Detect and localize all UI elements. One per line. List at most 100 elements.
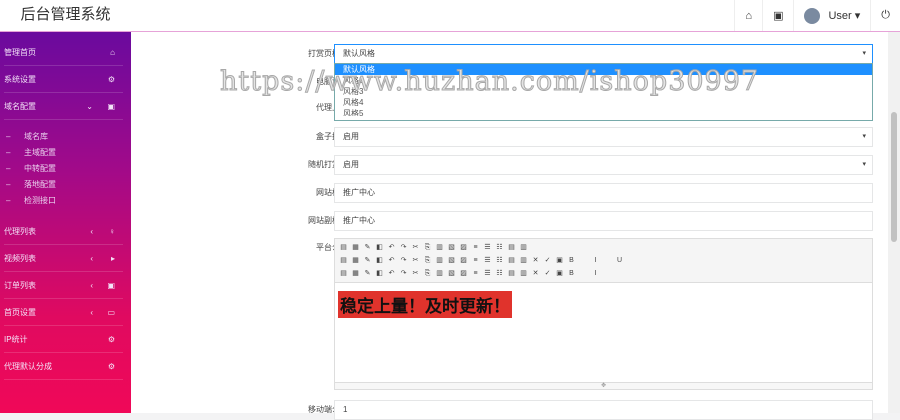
toolbar-button-icon[interactable]: ≡ (471, 243, 480, 252)
toolbar-button-icon[interactable] (579, 269, 588, 278)
toolbar-button-icon[interactable]: ✓ (543, 269, 552, 278)
sidebar-item[interactable]: 管理首页 ⌂ (4, 39, 123, 66)
toolbar-button-icon[interactable]: U (615, 256, 624, 265)
toolbar-button-icon[interactable]: ⎘ (423, 269, 432, 278)
toolbar-button-icon[interactable]: ▣ (555, 269, 564, 278)
menu-icon: ▣ (107, 280, 115, 290)
template-dropdown[interactable]: 默认风格 风格2 风格3 风格4 风格5 (334, 63, 873, 121)
toolbar-button-icon[interactable]: ▨ (459, 243, 468, 252)
toolbar-button-icon[interactable]: ↶ (387, 256, 396, 265)
option[interactable]: 风格2 (335, 75, 872, 86)
toolbar-button-icon[interactable]: ▤ (339, 269, 348, 278)
sidebar-item[interactable]: 首页设置 ‹ ▭ (4, 299, 123, 326)
sidebar-subitem[interactable]: – 检测接口 (0, 192, 131, 208)
toolbar-button-icon[interactable]: ▥ (435, 256, 444, 265)
fullscreen-icon[interactable]: ▣ (762, 0, 793, 31)
toolbar-button-icon[interactable]: ↷ (399, 243, 408, 252)
toolbar-button-icon[interactable]: ↶ (387, 269, 396, 278)
toolbar-button-icon[interactable]: ☰ (483, 256, 492, 265)
toolbar-button-icon[interactable] (603, 256, 612, 265)
toolbar-button-icon[interactable]: ▥ (519, 243, 528, 252)
main-content: 打赏页模板 默认风格 ▾ 默认风格 风格2 风格3 风格4 风格5 电脑访问 代理上… (131, 32, 888, 420)
toolbar-button-icon[interactable]: ▧ (447, 243, 456, 252)
toolbar-button-icon[interactable]: ▦ (351, 243, 360, 252)
toolbar-button-icon[interactable]: ↷ (399, 269, 408, 278)
sidebar-item[interactable]: 代理列表 ‹ ♀ (4, 218, 123, 245)
sidebar-subitem[interactable]: – 主域配置 (0, 144, 131, 160)
toolbar-button-icon[interactable]: ✂ (411, 269, 420, 278)
toolbar-button-icon[interactable] (579, 256, 588, 265)
toolbar-button-icon[interactable]: ☰ (483, 243, 492, 252)
toolbar-button-icon[interactable]: ✎ (363, 256, 372, 265)
toolbar-button-icon[interactable]: ≡ (471, 269, 480, 278)
toolbar-button-icon[interactable]: ▤ (339, 243, 348, 252)
toolbar-button-icon[interactable]: ◧ (375, 256, 384, 265)
toolbar-button-icon[interactable]: ▥ (435, 243, 444, 252)
sidebar-subitem[interactable]: – 中转配置 (0, 160, 131, 176)
toolbar-button-icon[interactable]: ▣ (555, 256, 564, 265)
subtitle-input[interactable]: 推广中心 (334, 211, 873, 231)
toolbar-button-icon[interactable]: ▥ (519, 256, 528, 265)
subtitle-label: 网站副标题 (308, 216, 348, 225)
scrollbar[interactable] (888, 32, 900, 413)
toolbar-button-icon[interactable]: ☰ (483, 269, 492, 278)
toolbar-button-icon[interactable]: ⎘ (423, 256, 432, 265)
toolbar-button-icon[interactable]: ⎘ (423, 243, 432, 252)
toolbar-button-icon[interactable]: ✎ (363, 269, 372, 278)
notice-editor[interactable]: ▤ ▦ ✎ ◧ ↶ ↷ ✂ ⎘ ▥ ▧ ▨ ≡ ☰ ☷ ▤ ▥ ▤ ▦ ✎ ◧ ↶ ↷ ✂ ⎘ ▥ ▧ ▨ ≡ ☰ ☷ ▤ ▥ ✕ ✓ ▣ B I U… (334, 238, 873, 390)
home-icon[interactable]: ⌂ (734, 0, 762, 31)
toolbar-button-icon[interactable]: ✂ (411, 243, 420, 252)
toolbar-button-icon[interactable]: ↶ (387, 243, 396, 252)
toolbar-button-icon[interactable]: ☷ (495, 243, 504, 252)
toolbar-button-icon[interactable]: ▤ (507, 243, 516, 252)
user-menu[interactable]: User ▾ (793, 0, 870, 31)
power-icon[interactable]: ⏻ (870, 0, 900, 31)
top-bar: 后台管理系统 ⌂ ▣ User ▾ ⏻ (0, 0, 900, 32)
toolbar-button-icon[interactable]: ✓ (543, 256, 552, 265)
sidebar-item[interactable]: IP统计 ⚙ (4, 326, 123, 353)
toolbar-button-icon[interactable]: ◧ (375, 269, 384, 278)
mobile-input[interactable]: 1 (334, 400, 873, 420)
toolbar-button-icon[interactable]: ▥ (435, 269, 444, 278)
toolbar-button-icon[interactable]: ▧ (447, 269, 456, 278)
sidebar-item[interactable]: 系统设置 ⚙ (4, 66, 123, 93)
toolbar-button-icon[interactable]: ▤ (507, 256, 516, 265)
toolbar-button-icon[interactable]: B (567, 269, 576, 278)
option[interactable]: 风格4 (335, 97, 872, 108)
toolbar-button-icon[interactable]: ≡ (471, 256, 480, 265)
toolbar-button-icon[interactable]: I (591, 269, 600, 278)
sidebar-item[interactable]: 域名配置 ⌄ ▣ (4, 93, 123, 120)
toolbar-button-icon[interactable]: B (567, 256, 576, 265)
toolbar-button-icon[interactable]: ✂ (411, 256, 420, 265)
sidebar-subitem[interactable]: – 落地配置 (0, 176, 131, 192)
toolbar-button-icon[interactable]: ☷ (495, 269, 504, 278)
option[interactable]: 默认风格 (335, 64, 872, 75)
template-select[interactable]: 默认风格 ▾ (334, 44, 873, 64)
toolbar-button-icon[interactable]: ▥ (519, 269, 528, 278)
toolbar-button-icon[interactable]: ▤ (339, 256, 348, 265)
toolbar-button-icon[interactable]: ▨ (459, 256, 468, 265)
toolbar-button-icon[interactable]: ▨ (459, 269, 468, 278)
box-select[interactable]: 启用 ▾ (334, 127, 873, 147)
sidebar-item[interactable]: 代理默认分成 ⚙ (4, 353, 123, 380)
toolbar-button-icon[interactable]: I (591, 256, 600, 265)
toolbar-button-icon[interactable]: ✎ (363, 243, 372, 252)
toolbar-button-icon[interactable]: ▧ (447, 256, 456, 265)
toolbar-button-icon[interactable]: ◧ (375, 243, 384, 252)
sidebar-item[interactable]: 订单列表 ‹ ▣ (4, 272, 123, 299)
toolbar-button-icon[interactable]: ↷ (399, 256, 408, 265)
notice-content[interactable]: 稳定上量！及时更新！ (338, 291, 512, 318)
toolbar-button-icon[interactable]: ▦ (351, 269, 360, 278)
toolbar-button-icon[interactable]: ☷ (495, 256, 504, 265)
toolbar-button-icon[interactable]: ✕ (531, 256, 540, 265)
sidebar-subitem[interactable]: – 域名库 (0, 128, 131, 144)
title-input[interactable]: 推广中心 (334, 183, 873, 203)
toolbar-button-icon[interactable]: ✕ (531, 269, 540, 278)
toolbar-button-icon[interactable]: ▤ (507, 269, 516, 278)
option[interactable]: 风格5 (335, 108, 872, 116)
toolbar-button-icon[interactable]: ▦ (351, 256, 360, 265)
editor-resize-handle[interactable]: ✥ (335, 382, 872, 389)
random-select[interactable]: 启用 ▾ (334, 155, 873, 175)
sidebar-item[interactable]: 视频列表 ‹ ▸ (4, 245, 123, 272)
option[interactable]: 风格3 (335, 86, 872, 97)
